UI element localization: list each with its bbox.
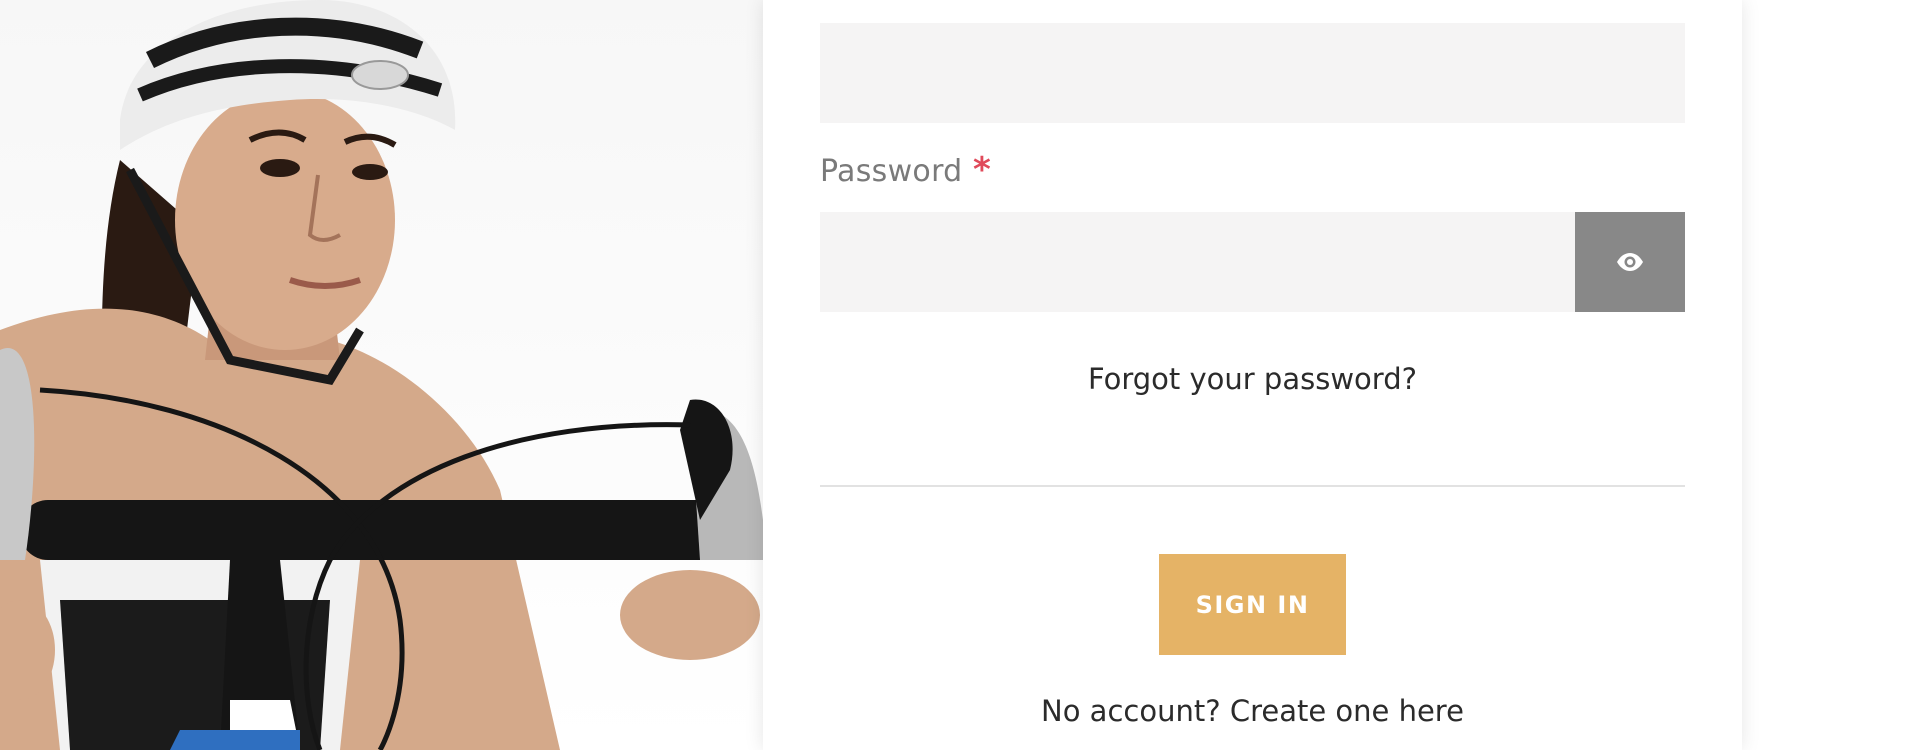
divider	[820, 485, 1685, 487]
show-password-button[interactable]	[1575, 212, 1685, 312]
cyclist-photo	[0, 0, 763, 750]
email-field[interactable]	[820, 23, 1685, 123]
login-card: Password * Forgot your password? SIGN IN…	[763, 0, 1742, 750]
password-field[interactable]	[820, 212, 1575, 312]
sign-in-button[interactable]: SIGN IN	[1159, 554, 1346, 655]
hero-image	[0, 0, 763, 750]
forgot-password-link[interactable]: Forgot your password?	[820, 362, 1685, 396]
login-page: Password * Forgot your password? SIGN IN…	[0, 0, 1920, 750]
create-account-link[interactable]: No account? Create one here	[820, 694, 1685, 728]
password-label: Password	[820, 154, 963, 189]
eye-icon	[1617, 253, 1643, 271]
required-marker: *	[973, 150, 991, 190]
